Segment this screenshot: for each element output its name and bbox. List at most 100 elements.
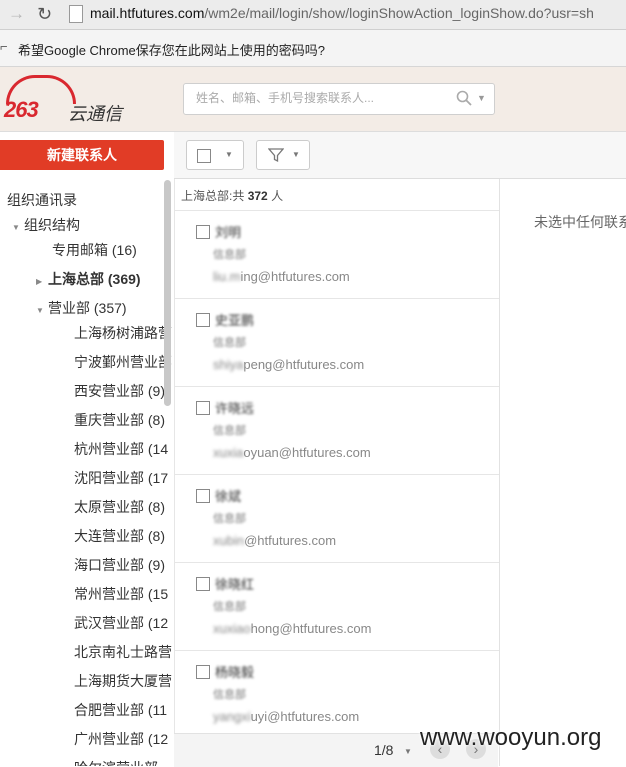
tree-node-label: 营业部 (357) [48, 300, 127, 316]
contact-email: xuxiaohong@htfutures.com [213, 621, 371, 636]
contact-department: 信息部 [213, 337, 246, 349]
sidebar-scrollbar[interactable] [164, 180, 171, 406]
tree-root[interactable]: 组织通讯录 [7, 190, 77, 210]
logo-name: 云通信 [68, 104, 122, 125]
list-toolbar: ▼ ▼ [174, 132, 626, 179]
empty-selection-message: 未选中任何联系 [534, 214, 626, 230]
contact-department: 信息部 [213, 513, 246, 525]
contact-row[interactable]: 徐晓红 信息部 xuxiaohong@htfutures.com [175, 563, 499, 651]
tree-node-sales-dept[interactable]: ▼ 营业部 (357) [36, 298, 127, 318]
contact-email: liu.ming@htfutures.com [213, 269, 350, 284]
email-redacted-part: shiya [213, 357, 244, 372]
email-visible-part: oyuan@htfutures.com [243, 445, 371, 460]
org-tree-sidebar: 组织通讯录 ▼ 组织结构 专用邮箱 (16) ▶ 上海总部 (369) ▼ 营业部 (… [0, 180, 174, 766]
email-visible-part: @htfutures.com [244, 533, 337, 548]
tree-branch[interactable]: 武汉营业部 (12 [74, 613, 168, 633]
browser-toolbar: → ↻ mail.htfutures.com/wm2e/mail/login/s… [0, 0, 626, 30]
filter-icon [268, 148, 284, 163]
contact-name: 史亚鹏 [215, 313, 255, 328]
tree-branch[interactable]: 上海杨树浦路营 [74, 323, 172, 343]
email-visible-part: uyi@htfutures.com [250, 709, 360, 724]
contact-search-box[interactable]: ▼ [183, 83, 495, 115]
contact-department: 信息部 [213, 249, 246, 261]
list-summary-prefix: 上海总部:共 [181, 189, 245, 203]
save-password-prompt: 希望Google Chrome保存您在此网站上使用的密码吗? [18, 43, 325, 58]
tree-branch[interactable]: 重庆营业部 (8) [74, 410, 165, 430]
search-input[interactable] [194, 90, 448, 106]
chevron-down-icon[interactable]: ▼ [477, 93, 486, 103]
select-all-checkbox[interactable] [197, 149, 211, 163]
email-redacted-part: xuxiao [213, 621, 251, 636]
contact-row[interactable]: 许晓远 信息部 xuxiaoyuan@htfutures.com [175, 387, 499, 475]
page-indicator[interactable]: 1/8 [374, 742, 393, 758]
app-header: 263 云通信 ▼ [0, 67, 626, 132]
contact-department: 信息部 [213, 601, 246, 613]
tree-branch[interactable]: 杭州营业部 (14 [74, 439, 168, 459]
tree-branch[interactable]: 广州营业部 (12 [74, 729, 168, 749]
email-visible-part: ing@htfutures.com [240, 269, 350, 284]
select-all-dropdown[interactable]: ▼ [186, 140, 244, 170]
chevron-down-icon: ▼ [225, 150, 233, 159]
contact-email: yangxiuyi@htfutures.com [213, 709, 359, 724]
contact-name: 徐晓红 [215, 577, 255, 592]
tree-node-org-structure[interactable]: ▼ 组织结构 [12, 215, 80, 235]
filter-dropdown[interactable]: ▼ [256, 140, 310, 170]
key-icon: ⌐ [0, 39, 8, 54]
caret-right-icon[interactable]: ▶ [36, 277, 48, 286]
tree-branch[interactable]: 合肥营业部 (11 [74, 700, 167, 720]
tree-node-label: 上海总部 (369) [48, 271, 141, 287]
tree-node-label: 组织结构 [24, 217, 80, 233]
contact-checkbox[interactable] [196, 225, 210, 239]
tree-branch[interactable]: 上海期货大厦营 [74, 671, 172, 691]
tree-branch[interactable]: 常州营业部 (15 [74, 584, 168, 604]
tree-branch[interactable]: 海口营业部 (9) [74, 555, 165, 575]
chevron-down-icon[interactable]: ▼ [404, 747, 412, 756]
tree-node-shanghai-hq[interactable]: ▶ 上海总部 (369) [36, 269, 141, 289]
contact-checkbox[interactable] [196, 489, 210, 503]
tree-branch[interactable]: 太原营业部 (8) [74, 497, 165, 517]
url-host: mail.htfutures.com [90, 5, 205, 21]
contact-name: 杨晓毅 [215, 665, 255, 680]
contact-email: shiyapeng@htfutures.com [213, 357, 364, 372]
caret-down-icon[interactable]: ▼ [12, 223, 24, 232]
page-icon [69, 5, 83, 23]
address-bar[interactable]: mail.htfutures.com/wm2e/mail/login/show/… [90, 5, 594, 21]
caret-down-icon[interactable]: ▼ [36, 306, 48, 315]
contact-checkbox[interactable] [196, 313, 210, 327]
logo[interactable]: 263 云通信 [2, 75, 136, 125]
contact-name: 许晓远 [215, 401, 255, 416]
email-visible-part: hong@htfutures.com [250, 621, 372, 636]
tree-branch[interactable]: 沈阳营业部 (17 [74, 468, 168, 488]
contact-checkbox[interactable] [196, 665, 210, 679]
contact-email: xuxiaoyuan@htfutures.com [213, 445, 371, 460]
tree-branch[interactable]: 哈尔滨营业部 [74, 758, 158, 766]
contact-row[interactable]: 刘明 信息部 liu.ming@htfutures.com [175, 211, 499, 299]
email-redacted-part: xuxia [213, 445, 244, 460]
list-summary-suffix: 人 [271, 189, 284, 203]
contact-department: 信息部 [213, 689, 246, 701]
email-redacted-part: xubin [213, 533, 245, 548]
contact-row[interactable]: 徐斌 信息部 xubin@htfutures.com [175, 475, 499, 563]
contact-name: 刘明 [215, 225, 242, 240]
contact-checkbox[interactable] [196, 401, 210, 415]
tree-branch[interactable]: 北京南礼士路营 [74, 642, 172, 662]
contact-department: 信息部 [213, 425, 246, 437]
new-contact-button[interactable]: 新建联系人 [0, 140, 164, 170]
search-icon[interactable] [456, 90, 472, 106]
watermark: www.wooyun.org [420, 724, 602, 751]
tree-branch[interactable]: 宁波鄞州营业部 [74, 352, 172, 372]
chevron-down-icon: ▼ [292, 150, 300, 159]
forward-arrow-icon[interactable]: → [8, 4, 25, 24]
tree-node-dedicated-mailbox[interactable]: 专用邮箱 (16) [52, 240, 137, 260]
tree-branch[interactable]: 大连营业部 (8) [74, 526, 165, 546]
contact-count: 372 [247, 189, 268, 203]
contact-list-panel: 上海总部:共 372 人 刘明 信息部 liu.ming@htfutures.c… [174, 179, 500, 766]
tree-branch[interactable]: 西安营业部 (9) [74, 381, 165, 401]
contact-row[interactable]: 史亚鹏 信息部 shiyapeng@htfutures.com [175, 299, 499, 387]
reload-icon[interactable]: ↻ [37, 4, 52, 24]
email-visible-part: peng@htfutures.com [243, 357, 365, 372]
contact-name: 徐斌 [215, 489, 242, 504]
logo-number: 263 [4, 97, 39, 122]
contact-checkbox[interactable] [196, 577, 210, 591]
url-path: /wm2e/mail/login/show/loginShowAction_lo… [204, 5, 594, 21]
